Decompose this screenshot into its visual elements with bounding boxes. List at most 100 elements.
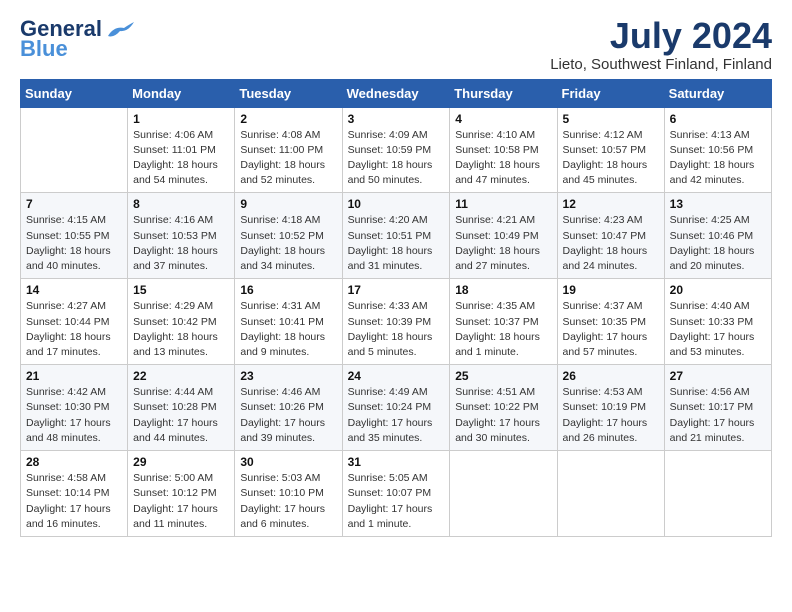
calendar-cell: 11 Sunrise: 4:21 AMSunset: 10:49 PMDaylig… xyxy=(450,193,557,279)
page-header: General Blue July 2024 Lieto, Southwest … xyxy=(20,16,772,73)
calendar-cell: 20 Sunrise: 4:40 AMSunset: 10:33 PMDaylig… xyxy=(664,279,771,365)
calendar-cell: 15 Sunrise: 4:29 AMSunset: 10:42 PMDaylig… xyxy=(128,279,235,365)
day-info: Sunrise: 4:21 AMSunset: 10:49 PMDaylight… xyxy=(455,213,551,274)
day-number: 3 xyxy=(348,112,445,126)
calendar-cell xyxy=(21,107,128,193)
day-info: Sunrise: 5:05 AMSunset: 10:07 PMDaylight… xyxy=(348,471,445,532)
day-number: 25 xyxy=(455,369,551,383)
calendar-week-row: 1 Sunrise: 4:06 AMSunset: 11:01 PMDayligh… xyxy=(21,107,772,193)
calendar-cell: 25 Sunrise: 4:51 AMSunset: 10:22 PMDaylig… xyxy=(450,365,557,451)
calendar-cell: 31 Sunrise: 5:05 AMSunset: 10:07 PMDaylig… xyxy=(342,451,450,537)
logo: General Blue xyxy=(20,16,136,62)
calendar-cell xyxy=(557,451,664,537)
calendar-cell: 8 Sunrise: 4:16 AMSunset: 10:53 PMDayligh… xyxy=(128,193,235,279)
day-info: Sunrise: 4:16 AMSunset: 10:53 PMDaylight… xyxy=(133,213,229,274)
day-number: 26 xyxy=(563,369,659,383)
day-number: 22 xyxy=(133,369,229,383)
day-number: 7 xyxy=(26,197,122,211)
day-info: Sunrise: 4:37 AMSunset: 10:35 PMDaylight… xyxy=(563,299,659,360)
day-number: 20 xyxy=(670,283,766,297)
day-number: 18 xyxy=(455,283,551,297)
day-info: Sunrise: 4:13 AMSunset: 10:56 PMDaylight… xyxy=(670,128,766,189)
calendar-cell xyxy=(664,451,771,537)
weekday-header-monday: Monday xyxy=(128,79,235,107)
calendar-cell: 26Sunrise: 4:53 AMSunset: 10:19 PMDaylig… xyxy=(557,365,664,451)
day-number: 19 xyxy=(563,283,659,297)
day-info: Sunrise: 5:03 AMSunset: 10:10 PMDaylight… xyxy=(240,471,336,532)
day-number: 2 xyxy=(240,112,336,126)
logo-blue: Blue xyxy=(20,36,68,62)
calendar-cell: 10Sunrise: 4:20 AMSunset: 10:51 PMDaylig… xyxy=(342,193,450,279)
logo-bird-icon xyxy=(104,18,136,40)
day-number: 17 xyxy=(348,283,445,297)
location-text: Lieto, Southwest Finland, Finland xyxy=(550,56,772,73)
day-info: Sunrise: 4:23 AMSunset: 10:47 PMDaylight… xyxy=(563,213,659,274)
calendar-week-row: 21 Sunrise: 4:42 AMSunset: 10:30 PMDaylig… xyxy=(21,365,772,451)
day-number: 15 xyxy=(133,283,229,297)
calendar-cell: 24 Sunrise: 4:49 AMSunset: 10:24 PMDaylig… xyxy=(342,365,450,451)
day-info: Sunrise: 4:15 AMSunset: 10:55 PMDaylight… xyxy=(26,213,122,274)
day-number: 28 xyxy=(26,455,122,469)
calendar-week-row: 28Sunrise: 4:58 AMSunset: 10:14 PMDaylig… xyxy=(21,451,772,537)
day-number: 23 xyxy=(240,369,336,383)
day-info: Sunrise: 4:09 AMSunset: 10:59 PMDaylight… xyxy=(348,128,445,189)
day-number: 12 xyxy=(563,197,659,211)
day-info: Sunrise: 4:27 AMSunset: 10:44 PMDaylight… xyxy=(26,299,122,360)
calendar-cell: 17 Sunrise: 4:33 AMSunset: 10:39 PMDaylig… xyxy=(342,279,450,365)
weekday-header-friday: Friday xyxy=(557,79,664,107)
weekday-header-row: SundayMondayTuesdayWednesdayThursdayFrid… xyxy=(21,79,772,107)
day-number: 21 xyxy=(26,369,122,383)
day-info: Sunrise: 4:49 AMSunset: 10:24 PMDaylight… xyxy=(348,385,445,446)
month-title: July 2024 xyxy=(550,16,772,56)
calendar-cell: 14 Sunrise: 4:27 AMSunset: 10:44 PMDaylig… xyxy=(21,279,128,365)
day-number: 8 xyxy=(133,197,229,211)
calendar-cell: 9Sunrise: 4:18 AMSunset: 10:52 PMDayligh… xyxy=(235,193,342,279)
day-info: Sunrise: 4:08 AMSunset: 11:00 PMDaylight… xyxy=(240,128,336,189)
calendar-cell: 5 Sunrise: 4:12 AMSunset: 10:57 PMDayligh… xyxy=(557,107,664,193)
calendar-cell: 2 Sunrise: 4:08 AMSunset: 11:00 PMDayligh… xyxy=(235,107,342,193)
calendar-cell: 6 Sunrise: 4:13 AMSunset: 10:56 PMDayligh… xyxy=(664,107,771,193)
weekday-header-tuesday: Tuesday xyxy=(235,79,342,107)
day-number: 11 xyxy=(455,197,551,211)
weekday-header-saturday: Saturday xyxy=(664,79,771,107)
calendar-cell: 28Sunrise: 4:58 AMSunset: 10:14 PMDaylig… xyxy=(21,451,128,537)
calendar-cell: 7 Sunrise: 4:15 AMSunset: 10:55 PMDayligh… xyxy=(21,193,128,279)
calendar-cell: 19 Sunrise: 4:37 AMSunset: 10:35 PMDaylig… xyxy=(557,279,664,365)
calendar-week-row: 7 Sunrise: 4:15 AMSunset: 10:55 PMDayligh… xyxy=(21,193,772,279)
calendar-cell: 16 Sunrise: 4:31 AMSunset: 10:41 PMDaylig… xyxy=(235,279,342,365)
day-info: Sunrise: 4:31 AMSunset: 10:41 PMDaylight… xyxy=(240,299,336,360)
day-info: Sunrise: 4:20 AMSunset: 10:51 PMDaylight… xyxy=(348,213,445,274)
calendar-cell: 13Sunrise: 4:25 AMSunset: 10:46 PMDaylig… xyxy=(664,193,771,279)
day-number: 4 xyxy=(455,112,551,126)
day-info: Sunrise: 4:42 AMSunset: 10:30 PMDaylight… xyxy=(26,385,122,446)
day-number: 1 xyxy=(133,112,229,126)
day-number: 31 xyxy=(348,455,445,469)
day-info: Sunrise: 4:10 AMSunset: 10:58 PMDaylight… xyxy=(455,128,551,189)
calendar-cell: 12 Sunrise: 4:23 AMSunset: 10:47 PMDaylig… xyxy=(557,193,664,279)
calendar-table: SundayMondayTuesdayWednesdayThursdayFrid… xyxy=(20,79,772,537)
day-number: 29 xyxy=(133,455,229,469)
calendar-cell xyxy=(450,451,557,537)
calendar-cell: 29Sunrise: 5:00 AMSunset: 10:12 PMDaylig… xyxy=(128,451,235,537)
calendar-cell: 23Sunrise: 4:46 AMSunset: 10:26 PMDaylig… xyxy=(235,365,342,451)
calendar-week-row: 14 Sunrise: 4:27 AMSunset: 10:44 PMDaylig… xyxy=(21,279,772,365)
day-info: Sunrise: 4:06 AMSunset: 11:01 PMDaylight… xyxy=(133,128,229,189)
day-info: Sunrise: 4:56 AMSunset: 10:17 PMDaylight… xyxy=(670,385,766,446)
day-info: Sunrise: 4:51 AMSunset: 10:22 PMDaylight… xyxy=(455,385,551,446)
day-info: Sunrise: 4:33 AMSunset: 10:39 PMDaylight… xyxy=(348,299,445,360)
day-number: 16 xyxy=(240,283,336,297)
calendar-cell: 3 Sunrise: 4:09 AMSunset: 10:59 PMDayligh… xyxy=(342,107,450,193)
day-number: 14 xyxy=(26,283,122,297)
day-number: 30 xyxy=(240,455,336,469)
day-number: 27 xyxy=(670,369,766,383)
day-number: 24 xyxy=(348,369,445,383)
day-info: Sunrise: 4:12 AMSunset: 10:57 PMDaylight… xyxy=(563,128,659,189)
day-info: Sunrise: 4:29 AMSunset: 10:42 PMDaylight… xyxy=(133,299,229,360)
day-number: 9 xyxy=(240,197,336,211)
day-info: Sunrise: 4:40 AMSunset: 10:33 PMDaylight… xyxy=(670,299,766,360)
day-number: 6 xyxy=(670,112,766,126)
day-info: Sunrise: 4:25 AMSunset: 10:46 PMDaylight… xyxy=(670,213,766,274)
weekday-header-sunday: Sunday xyxy=(21,79,128,107)
day-number: 5 xyxy=(563,112,659,126)
calendar-cell: 4 Sunrise: 4:10 AMSunset: 10:58 PMDayligh… xyxy=(450,107,557,193)
